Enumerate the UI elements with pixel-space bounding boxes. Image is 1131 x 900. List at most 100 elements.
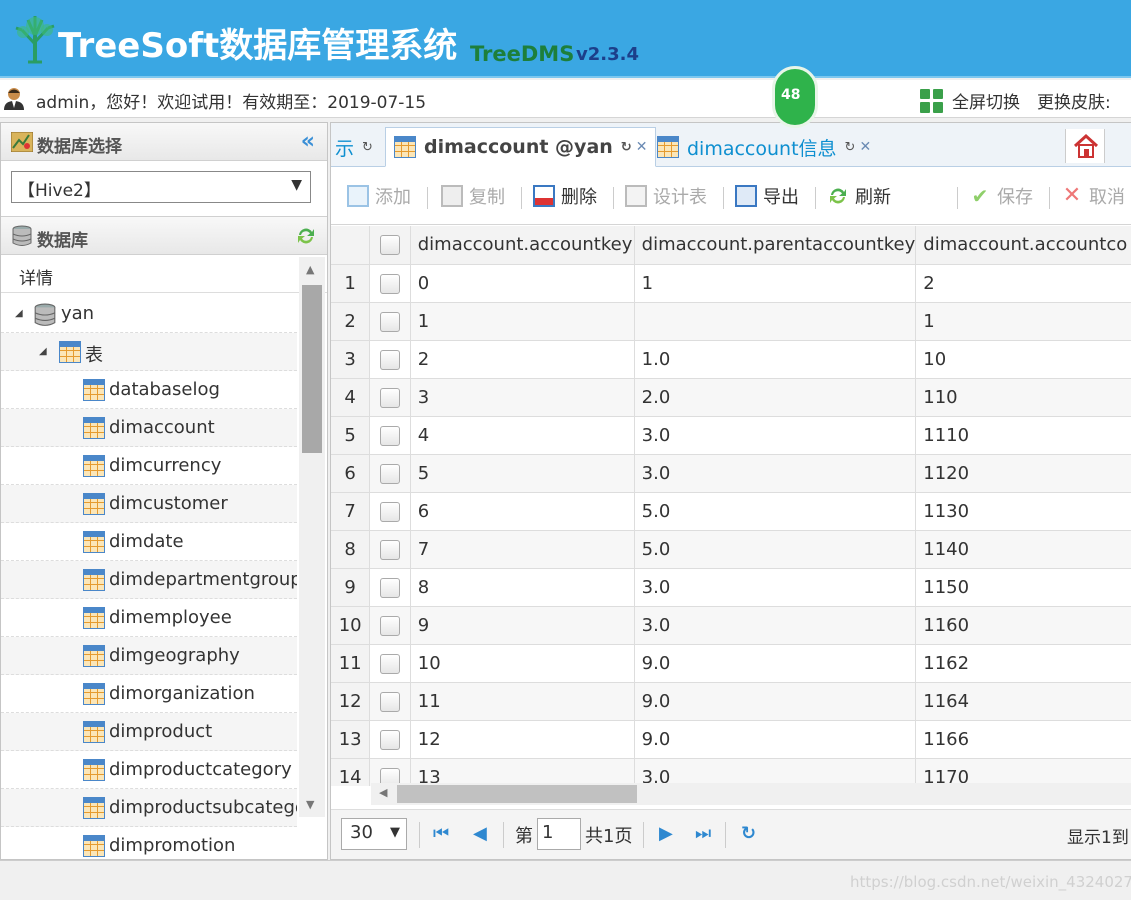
- save-button[interactable]: ✔ 保存: [969, 183, 1033, 209]
- table-cell[interactable]: 2: [410, 340, 635, 379]
- row-checkbox[interactable]: [380, 539, 401, 560]
- table-cell[interactable]: 6: [410, 492, 635, 531]
- row-select-cell[interactable]: [369, 606, 411, 645]
- collapse-icon[interactable]: «: [301, 129, 315, 154]
- select-all-header[interactable]: [369, 226, 411, 265]
- tree-node-table[interactable]: dimemployee: [1, 599, 297, 637]
- row-checkbox[interactable]: [380, 501, 401, 522]
- delete-button[interactable]: 删除: [533, 183, 597, 209]
- table-cell[interactable]: 9.0: [634, 644, 917, 683]
- tab-close-icon[interactable]: ✕: [859, 139, 871, 155]
- tree-node-table[interactable]: dimproduct: [1, 713, 297, 751]
- table-cell[interactable]: 2.0: [634, 378, 917, 417]
- row-select-cell[interactable]: [369, 720, 411, 759]
- select-all-checkbox[interactable]: [380, 235, 401, 256]
- table-cell[interactable]: 2: [915, 264, 1131, 303]
- row-checkbox[interactable]: [380, 577, 401, 598]
- table-cell[interactable]: 9.0: [634, 682, 917, 721]
- export-button[interactable]: 导出: [735, 183, 799, 209]
- table-cell[interactable]: 4: [410, 416, 635, 455]
- tree-node-table[interactable]: dimproductsubcatego: [1, 789, 297, 827]
- table-cell[interactable]: 7: [410, 530, 635, 569]
- table-cell[interactable]: 9.0: [634, 720, 917, 759]
- table-row[interactable]: 6 5 3.0 1120: [331, 454, 1131, 493]
- column-header[interactable]: dimaccount.accountkey: [410, 226, 635, 265]
- table-row[interactable]: 3 2 1.0 10: [331, 340, 1131, 379]
- table-row[interactable]: 11 10 9.0 1162: [331, 644, 1131, 683]
- column-header[interactable]: dimaccount.parentaccountkey: [634, 226, 917, 265]
- table-row[interactable]: 8 7 5.0 1140: [331, 530, 1131, 569]
- row-checkbox[interactable]: [380, 729, 401, 750]
- scroll-down-icon[interactable]: ▼: [306, 798, 314, 811]
- horizontal-scrollbar[interactable]: ◀: [371, 783, 1131, 805]
- table-cell[interactable]: 11: [410, 682, 635, 721]
- tab-refresh-icon[interactable]: ↻: [362, 140, 373, 155]
- table-cell[interactable]: 1110: [915, 416, 1131, 455]
- tree-node-root[interactable]: ◢ yan: [1, 295, 297, 333]
- page-number-input[interactable]: 1: [537, 818, 581, 850]
- table-cell[interactable]: 8: [410, 568, 635, 607]
- table-cell[interactable]: 5: [410, 454, 635, 493]
- row-select-cell[interactable]: [369, 682, 411, 721]
- table-row[interactable]: 4 3 2.0 110: [331, 378, 1131, 417]
- table-cell[interactable]: 1164: [915, 682, 1131, 721]
- refresh-icon[interactable]: [295, 225, 317, 247]
- tree-node-folder[interactable]: ◢ 表: [1, 333, 297, 371]
- tree-node-table[interactable]: dimdate: [1, 523, 297, 561]
- table-cell[interactable]: 10: [410, 644, 635, 683]
- row-select-cell[interactable]: [369, 454, 411, 493]
- table-cell[interactable]: 3.0: [634, 606, 917, 645]
- table-cell[interactable]: 10: [915, 340, 1131, 379]
- tree-node-table[interactable]: dimaccount: [1, 409, 297, 447]
- cancel-button[interactable]: ✕ 取消: [1061, 183, 1125, 209]
- row-select-cell[interactable]: [369, 530, 411, 569]
- table-cell[interactable]: 12: [410, 720, 635, 759]
- tree-detail-row[interactable]: 详情: [1, 257, 327, 293]
- tab-partial[interactable]: 示 ↻: [327, 127, 381, 167]
- row-select-cell[interactable]: [369, 302, 411, 341]
- tab-refresh-icon[interactable]: ↻: [621, 140, 632, 155]
- table-cell[interactable]: 1160: [915, 606, 1131, 645]
- table-row[interactable]: 211: [331, 302, 1131, 341]
- tab-close-icon[interactable]: ✕: [636, 139, 648, 155]
- tree-node-table[interactable]: dimcustomer: [1, 485, 297, 523]
- row-checkbox[interactable]: [380, 691, 401, 712]
- table-row[interactable]: 14 13 3.0 1170: [331, 758, 1131, 786]
- last-page-icon[interactable]: ⏭: [695, 823, 711, 844]
- scroll-thumb[interactable]: [397, 785, 637, 803]
- table-cell[interactable]: 110: [915, 378, 1131, 417]
- row-checkbox[interactable]: [380, 425, 401, 446]
- row-checkbox[interactable]: [380, 311, 401, 332]
- table-row[interactable]: 5 4 3.0 1110: [331, 416, 1131, 455]
- table-row[interactable]: 7 6 5.0 1130: [331, 492, 1131, 531]
- table-cell[interactable]: 1150: [915, 568, 1131, 607]
- column-header[interactable]: dimaccount.accountco: [915, 226, 1131, 265]
- row-checkbox[interactable]: [380, 463, 401, 484]
- table-row[interactable]: 1012: [331, 264, 1131, 303]
- tree-node-table[interactable]: dimpromotion: [1, 827, 297, 859]
- table-cell[interactable]: 1130: [915, 492, 1131, 531]
- row-select-cell[interactable]: [369, 416, 411, 455]
- row-select-cell[interactable]: [369, 644, 411, 683]
- tree-node-table[interactable]: dimcurrency: [1, 447, 297, 485]
- table-row[interactable]: 12 11 9.0 1164: [331, 682, 1131, 721]
- add-button[interactable]: 添加: [347, 183, 411, 209]
- tree-node-table[interactable]: dimproductcategory: [1, 751, 297, 789]
- table-row[interactable]: 13 12 9.0 1166: [331, 720, 1131, 759]
- row-select-cell[interactable]: [369, 378, 411, 417]
- row-select-cell[interactable]: [369, 568, 411, 607]
- row-checkbox[interactable]: [380, 273, 401, 294]
- table-cell[interactable]: 1162: [915, 644, 1131, 683]
- table-cell[interactable]: 1: [915, 302, 1131, 341]
- table-cell[interactable]: 5.0: [634, 492, 917, 531]
- row-checkbox[interactable]: [380, 653, 401, 674]
- fullscreen-toggle[interactable]: 全屏切换: [920, 88, 1020, 113]
- tree-scrollbar[interactable]: ▲ ▼: [299, 257, 325, 817]
- page-size-select[interactable]: 30 ▼: [341, 818, 407, 850]
- table-cell[interactable]: 1170: [915, 758, 1131, 786]
- scroll-left-icon[interactable]: ◀: [379, 786, 387, 799]
- refresh-button[interactable]: 刷新: [827, 183, 891, 209]
- table-cell[interactable]: 1166: [915, 720, 1131, 759]
- row-select-cell[interactable]: [369, 340, 411, 379]
- tab-refresh-icon[interactable]: ↻: [845, 140, 856, 155]
